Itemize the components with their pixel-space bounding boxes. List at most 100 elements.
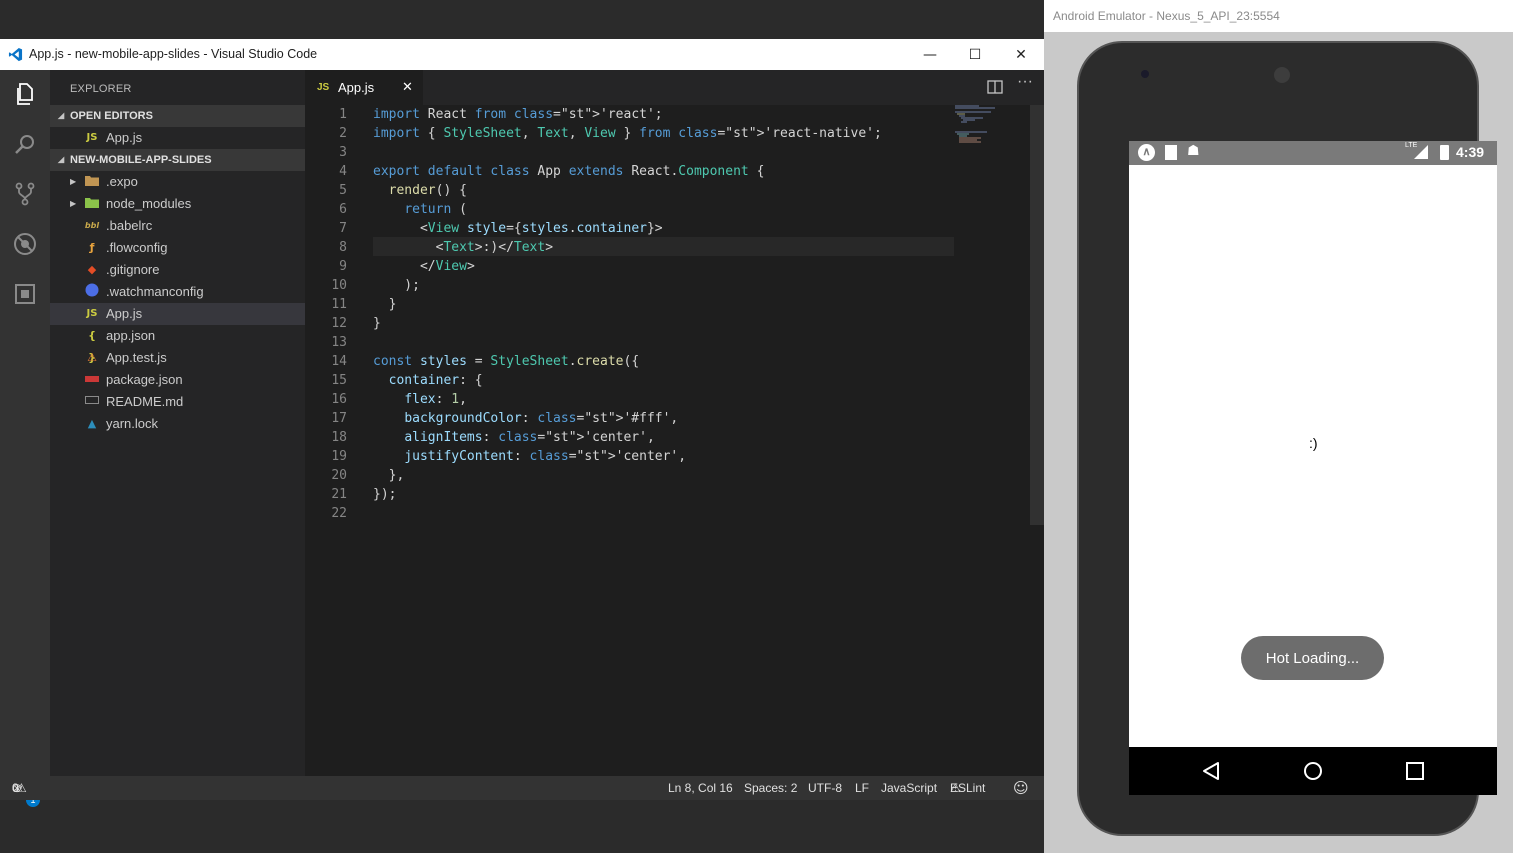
npm-file-icon — [84, 369, 100, 391]
home-button[interactable] — [1303, 761, 1323, 786]
tree-file-yarn-lock[interactable]: ▲ yarn.lock — [50, 413, 305, 435]
tree-file-babelrc[interactable]: bbl .babelrc — [50, 215, 305, 237]
tree-file-readme[interactable]: README.md — [50, 391, 305, 413]
open-editor-item[interactable]: JS App.js — [50, 127, 305, 149]
js-file-icon: JS — [86, 132, 98, 143]
tree-file-app-js[interactable]: JS App.js — [50, 303, 305, 325]
sd-card-icon — [1165, 145, 1177, 160]
hot-loading-toast: Hot Loading... — [1241, 636, 1384, 680]
line-number: 10 — [331, 278, 347, 293]
indentation[interactable]: Spaces: 2 — [744, 776, 797, 800]
activity-bar: ⚙ 1 — [0, 70, 50, 807]
line-number: 14 — [331, 354, 347, 369]
maximize-icon: ☐ — [968, 46, 982, 63]
explorer-activity-button[interactable] — [0, 70, 50, 118]
status-bar: ⊗ 0 ⚠ 0 Ln 8, Col 16 Spaces: 2 UTF-8 LF … — [0, 776, 1044, 800]
chevron-down-icon: ◢ — [58, 155, 65, 164]
code-editor[interactable]: 1 2 3 4 5 6 7 8 9 10 11 12 13 14 15 16 1… — [305, 105, 1044, 776]
code-line: export default class App extends React.C… — [373, 164, 765, 179]
app-view[interactable]: :) Hot Loading... — [1129, 165, 1497, 747]
cursor-position[interactable]: Ln 8, Col 16 — [668, 776, 733, 800]
line-number: 4 — [339, 164, 347, 179]
chevron-right-icon: ▶ — [70, 199, 77, 208]
vertical-scrollbar[interactable] — [1030, 105, 1044, 525]
source-control-icon — [15, 182, 35, 206]
vscode-window: App.js - new-mobile-app-slides - Visual … — [0, 39, 1044, 807]
tree-file-app-test-js[interactable]: ⚠ App.test.js — [50, 347, 305, 369]
editor-tab-bar: JS App.js ✕ ··· — [305, 70, 1044, 105]
line-number: 1 — [339, 107, 347, 122]
line-number: 18 — [331, 430, 347, 445]
tree-file-app-json[interactable]: { } app.json — [50, 325, 305, 364]
sidebar-title: EXPLORER — [70, 83, 132, 95]
project-folder-header[interactable]: ◢ NEW-MOBILE-APP-SLIDES — [50, 149, 305, 171]
tree-folder-expo[interactable]: ▶ .expo — [50, 171, 305, 193]
feedback-smiley-icon[interactable]: ☺ — [1013, 776, 1029, 800]
front-camera — [1141, 70, 1149, 78]
debug-activity-button[interactable] — [0, 220, 50, 268]
minimap-preview — [955, 105, 995, 143]
tab-app-js[interactable]: JS App.js ✕ — [305, 70, 423, 105]
folder-icon — [84, 171, 100, 193]
vscode-logo-icon — [8, 47, 23, 62]
android-status-bar: ∧ ☗ LTE 4:39 — [1129, 141, 1497, 165]
source-control-activity-button[interactable] — [0, 170, 50, 218]
yarn-file-icon: ▲ — [87, 417, 97, 430]
language-mode[interactable]: JavaScript — [881, 776, 937, 800]
code-line: const styles = StyleSheet.create({ — [373, 354, 640, 369]
code-line: }, — [373, 468, 405, 483]
close-window-button[interactable]: ✕ — [998, 39, 1044, 70]
back-icon — [1203, 762, 1219, 780]
tab-label: App.js — [338, 80, 375, 95]
line-number: 8 — [339, 240, 347, 255]
split-editor-button[interactable] — [987, 80, 1003, 94]
js-file-icon: JS — [317, 82, 330, 93]
watchman-file-icon — [84, 281, 100, 303]
flow-file-icon: ƒ — [89, 241, 95, 254]
overview-button[interactable] — [1405, 761, 1425, 786]
back-button[interactable] — [1201, 761, 1221, 786]
code-line: ); — [373, 278, 420, 293]
code-line: <View style={styles.container}> — [373, 221, 663, 236]
js-file-icon: JS — [86, 308, 98, 319]
vscode-title-bar: App.js - new-mobile-app-slides - Visual … — [0, 39, 1044, 70]
node-folder-icon — [84, 193, 100, 215]
tree-file-watchmanconfig[interactable]: .watchmanconfig — [50, 281, 305, 303]
line-ending[interactable]: LF — [855, 776, 869, 800]
more-actions-button[interactable]: ··· — [1017, 73, 1033, 91]
code-line: import { StyleSheet, Text, View } from c… — [373, 126, 882, 141]
search-activity-button[interactable] — [0, 120, 50, 168]
minimize-button[interactable]: — — [907, 39, 953, 70]
test-file-icon: ⚠ — [87, 351, 97, 364]
tree-folder-node-modules[interactable]: ▶ node_modules — [50, 193, 305, 215]
line-number: 9 — [339, 259, 347, 274]
maximize-button[interactable]: ☐ — [952, 39, 998, 70]
code-line: backgroundColor: class="st">'#fff', — [404, 411, 679, 426]
close-tab-icon[interactable]: ✕ — [402, 70, 413, 105]
minimap[interactable] — [955, 105, 1010, 145]
overview-icon — [1406, 762, 1424, 780]
app-notification-icon: ∧ — [1138, 144, 1155, 161]
open-editors-header[interactable]: ◢ OPEN EDITORS — [50, 105, 305, 127]
emulator-title: Android Emulator - Nexus_5_API_23:5554 — [1053, 9, 1280, 23]
open-editors-label: OPEN EDITORS — [70, 110, 153, 122]
line-number: 20 — [331, 468, 347, 483]
line-number: 11 — [331, 297, 347, 312]
code-line: justifyContent: class="st">'center', — [404, 449, 687, 464]
battery-icon — [1440, 145, 1449, 160]
line-number: 6 — [339, 202, 347, 217]
markdown-file-icon — [84, 391, 100, 413]
search-icon — [15, 135, 34, 154]
line-number: 17 — [331, 411, 347, 426]
line-number: 15 — [331, 373, 347, 388]
line-number: 13 — [331, 335, 347, 350]
app-text: :) — [1309, 435, 1318, 451]
tree-file-gitignore[interactable]: ◆ .gitignore — [50, 259, 305, 281]
code-line: </View> — [373, 259, 475, 274]
tree-file-package-json[interactable]: package.json — [50, 369, 305, 391]
encoding[interactable]: UTF-8 — [808, 776, 842, 800]
code-line: } — [373, 316, 381, 331]
tree-file-flowconfig[interactable]: ƒ .flowconfig — [50, 237, 305, 259]
earpiece-speaker — [1274, 67, 1290, 83]
extensions-activity-button[interactable] — [0, 270, 50, 318]
